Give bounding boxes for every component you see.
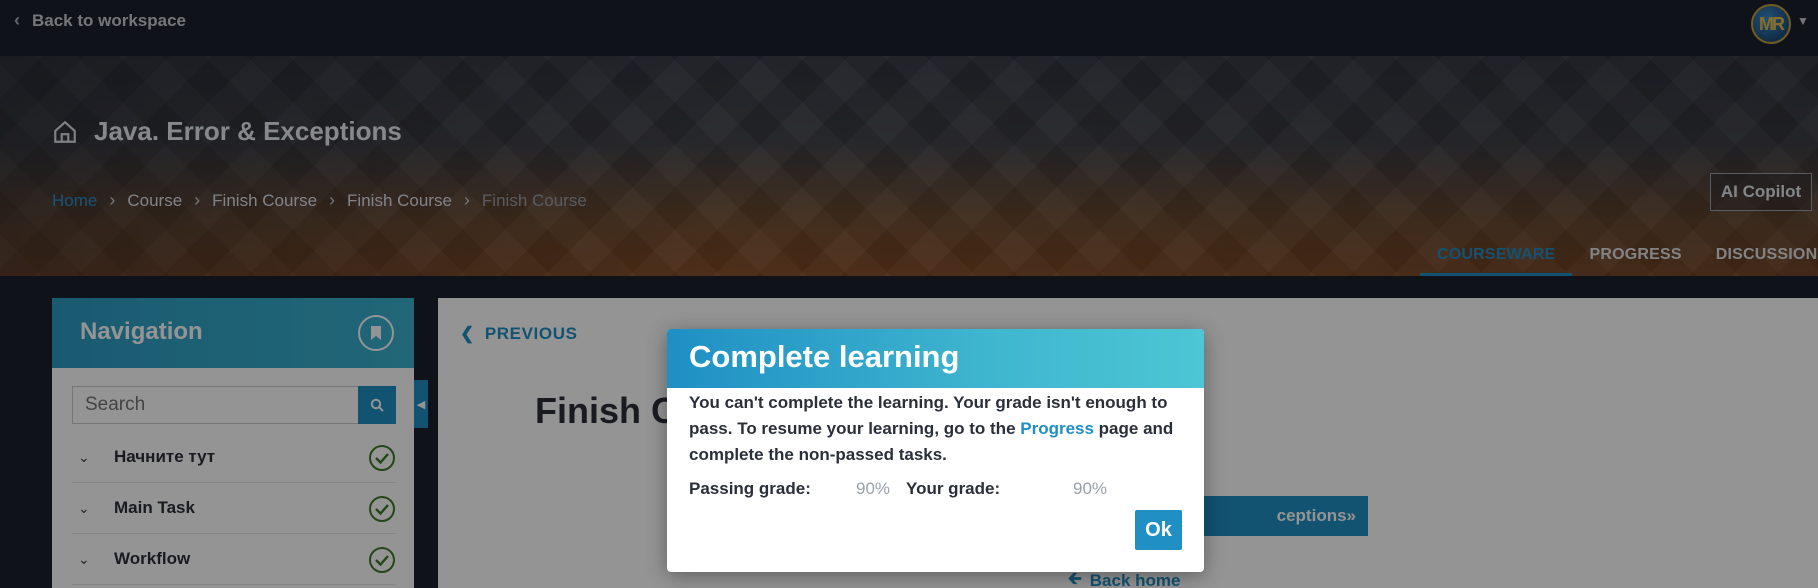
grades-row: Passing grade: 90% Your grade: 90% [689, 476, 1182, 502]
dialog-header: Complete learning [667, 329, 1204, 388]
dialog-title: Complete learning [689, 339, 960, 374]
complete-learning-dialog: Complete learning You can't complete the… [667, 329, 1204, 572]
passing-grade-value: 90% [856, 479, 891, 498]
dialog-body: You can't complete the learning. Your gr… [667, 388, 1204, 504]
dialog-message: You can't complete the learning. Your gr… [689, 393, 1174, 464]
passing-grade-label: Passing grade: [689, 479, 811, 498]
ok-button[interactable]: Ok [1135, 510, 1182, 550]
progress-link[interactable]: Progress [1020, 419, 1094, 438]
your-grade-label: Your grade: [906, 479, 1001, 498]
your-grade-value: 90% [1073, 479, 1108, 498]
